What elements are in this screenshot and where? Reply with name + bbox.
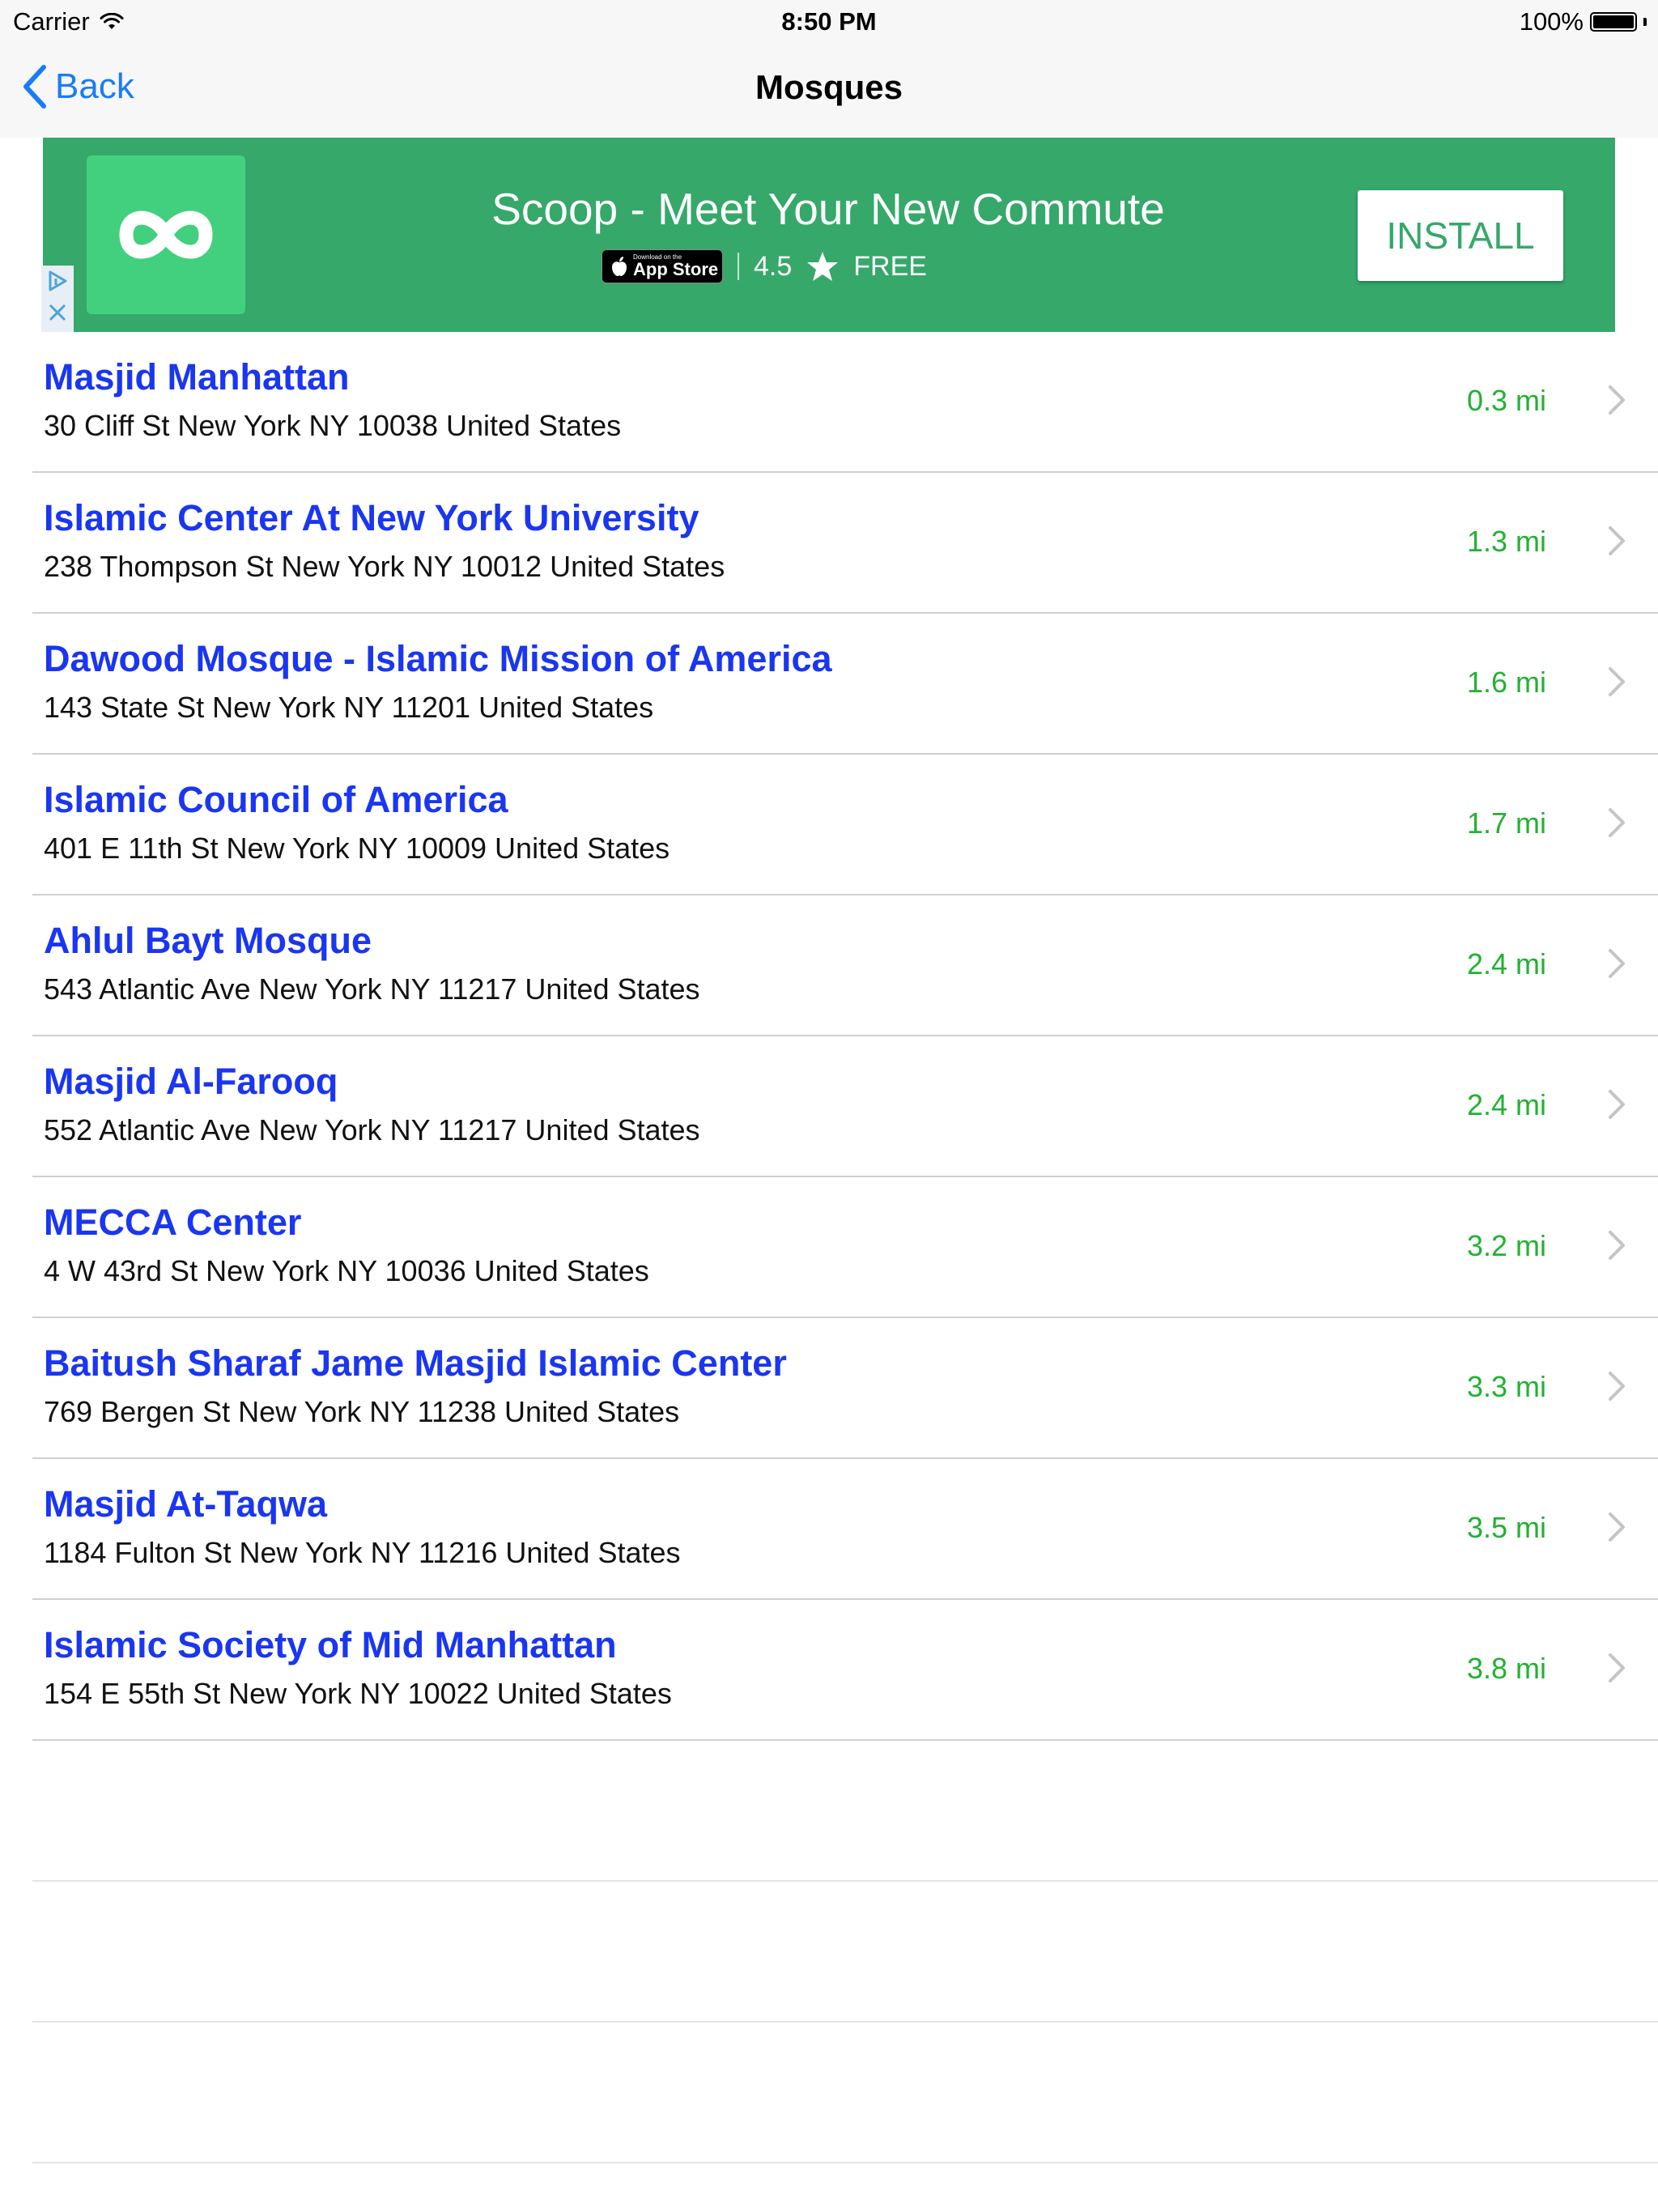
mosque-name: Islamic Council of America [44,779,508,820]
mosque-address: 543 Atlantic Ave New York NY 11217 Unite… [44,972,700,1006]
mosque-address: 4 W 43rd St New York NY 10036 United Sta… [44,1254,649,1287]
mosque-name: Islamic Society of Mid Manhattan [44,1624,617,1665]
mosque-row[interactable]: Baitush Sharaf Jame Masjid Islamic Cente… [32,1318,1658,1459]
page-title: Mosques [755,68,903,106]
mosque-row[interactable]: Dawood Mosque - Islamic Mission of Ameri… [32,614,1658,755]
mosque-address: 769 Bergen St New York NY 11238 United S… [44,1395,680,1428]
mosque-distance: 1.3 mi [1467,525,1547,558]
ad-separator [738,253,739,280]
mosque-row[interactable]: Islamic Center At New York University 23… [32,473,1658,614]
ad-meta: Download on the App Store 4.5 FREE [602,249,927,283]
mosque-address: 30 Cliff St New York NY 10038 United Sta… [44,409,622,442]
app-store-big-text: App Store [633,259,719,279]
battery-tip [1643,18,1647,26]
mosque-row[interactable]: Masjid Manhattan 30 Cliff St New York NY… [32,332,1658,473]
ad-banner[interactable]: Scoop - Meet Your New Commute Download o… [41,138,1615,332]
apple-icon [612,257,627,276]
mosque-name: Masjid Al-Farooq [44,1061,338,1102]
mosque-name: Ahlul Bayt Mosque [44,920,372,961]
mosque-distance: 1.6 mi [1467,666,1547,699]
chevron-right-icon [1609,526,1625,555]
mosque-name: MECCA Center [44,1202,302,1243]
mosque-row[interactable]: Islamic Society of Mid Manhattan 154 E 5… [32,1600,1658,1741]
mosque-name: Islamic Center At New York University [44,497,699,538]
chevron-right-icon [1609,385,1625,415]
empty-row-separator [32,1741,1658,1882]
chevron-right-icon [1609,1512,1625,1542]
ad-app-icon[interactable] [87,155,245,314]
battery-icon [1590,12,1637,32]
ad-price: FREE [853,250,927,282]
ad-choices[interactable] [41,266,74,332]
empty-row-separator [32,1882,1658,2023]
ad-headline[interactable]: Scoop - Meet Your New Commute [448,183,1209,235]
app-store-badge: Download on the App Store [602,249,723,283]
battery-percent: 100% [1519,7,1584,36]
star-icon [807,252,839,281]
mosque-address: 1184 Fulton St New York NY 11216 United … [44,1536,681,1569]
mosque-distance: 1.7 mi [1467,806,1547,840]
battery-indicator: 100% [1520,7,1647,36]
mosque-address: 143 State St New York NY 11201 United St… [44,691,654,724]
mosque-address: 154 E 55th St New York NY 10022 United S… [44,1677,672,1710]
mosque-distance: 2.4 mi [1467,1088,1547,1121]
mosque-name: Baitush Sharaf Jame Masjid Islamic Cente… [44,1342,787,1384]
mosque-distance: 2.4 mi [1467,947,1547,981]
status-bar: Carrier 8:50 PM 100% [0,0,1658,44]
status-time: 8:50 PM [781,7,877,36]
mosque-list: Masjid Manhattan 30 Cliff St New York NY… [0,332,1658,2163]
chevron-right-icon [1609,808,1625,837]
mosque-row[interactable]: Ahlul Bayt Mosque 543 Atlantic Ave New Y… [32,895,1658,1036]
chevron-right-icon [1609,1231,1625,1260]
empty-row-separator [32,2023,1658,2163]
mosque-address: 552 Atlantic Ave New York NY 11217 Unite… [44,1113,700,1146]
mosque-row[interactable]: Masjid Al-Farooq 552 Atlantic Ave New Yo… [32,1036,1658,1177]
app-store-text: Download on the App Store [633,254,718,279]
mosque-distance: 3.5 mi [1467,1511,1547,1544]
chevron-right-icon [1609,1090,1625,1119]
mosque-distance: 0.3 mi [1467,384,1547,417]
mosque-distance: 3.8 mi [1467,1652,1547,1685]
mosque-address: 238 Thompson St New York NY 10012 United… [44,550,725,583]
infinity-logo-icon [119,211,213,259]
mosque-distance: 3.2 mi [1467,1229,1547,1262]
navigation-bar: Back Mosques [0,44,1658,138]
ad-rating: 4.5 [754,250,793,282]
mosque-name: Dawood Mosque - Islamic Mission of Ameri… [44,638,832,679]
battery-fill [1593,15,1634,28]
mosque-address: 401 E 11th St New York NY 10009 United S… [44,832,670,865]
ad-info-icon[interactable] [46,269,69,293]
mosque-row[interactable]: Masjid At-Taqwa 1184 Fulton St New York … [32,1459,1658,1600]
close-icon[interactable] [48,303,67,322]
mosque-name: Masjid Manhattan [44,356,350,398]
chevron-right-icon [1609,949,1625,978]
screen: Carrier 8:50 PM 100% Back Mosques Scoop … [0,0,1658,2212]
mosque-row[interactable]: Islamic Council of America 401 E 11th St… [32,755,1658,895]
mosque-distance: 3.3 mi [1467,1370,1547,1403]
chevron-right-icon [1609,1372,1625,1401]
chevron-right-icon [1609,1653,1625,1682]
mosque-name: Masjid At-Taqwa [44,1483,328,1525]
mosque-row[interactable]: MECCA Center 4 W 43rd St New York NY 100… [32,1177,1658,1318]
install-button[interactable]: INSTALL [1358,190,1563,281]
chevron-right-icon [1609,667,1625,696]
